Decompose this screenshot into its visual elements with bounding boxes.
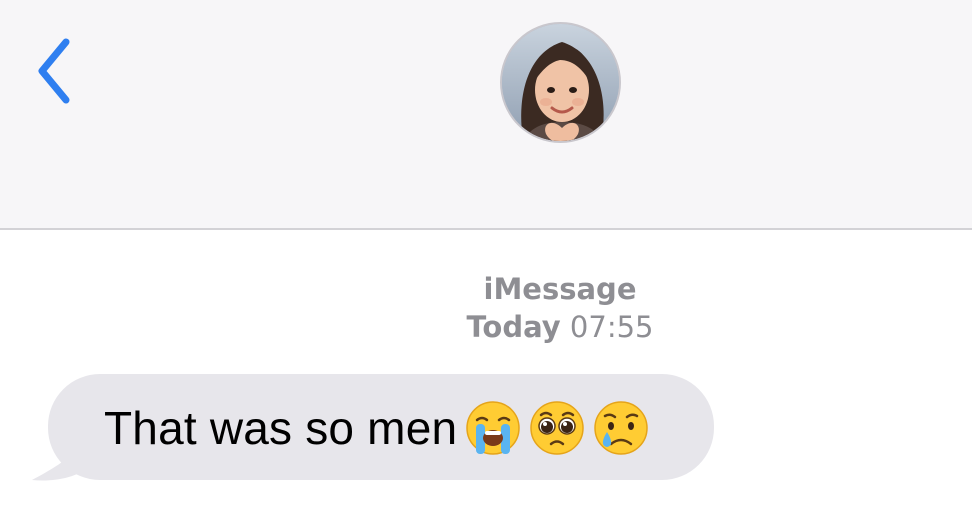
loudly-crying-face-icon (465, 400, 521, 456)
message-content: That was so men (104, 400, 649, 456)
message-text: That was so men (104, 402, 458, 454)
conversation-meta: iMessage Today 07:55 (400, 270, 720, 346)
contact-avatar[interactable] (500, 22, 621, 143)
contact-photo (502, 24, 619, 141)
time-label: 07:55 (569, 310, 654, 344)
incoming-message-bubble[interactable]: That was so men (48, 374, 714, 480)
message-row: That was so men (30, 374, 720, 484)
service-label: iMessage (483, 272, 637, 306)
date-label: Today (466, 310, 561, 344)
crying-face-icon (593, 400, 649, 456)
conversation-header (0, 0, 972, 230)
pleading-face-icon (529, 400, 585, 456)
chevron-left-icon (38, 38, 70, 104)
back-button[interactable] (30, 34, 82, 108)
